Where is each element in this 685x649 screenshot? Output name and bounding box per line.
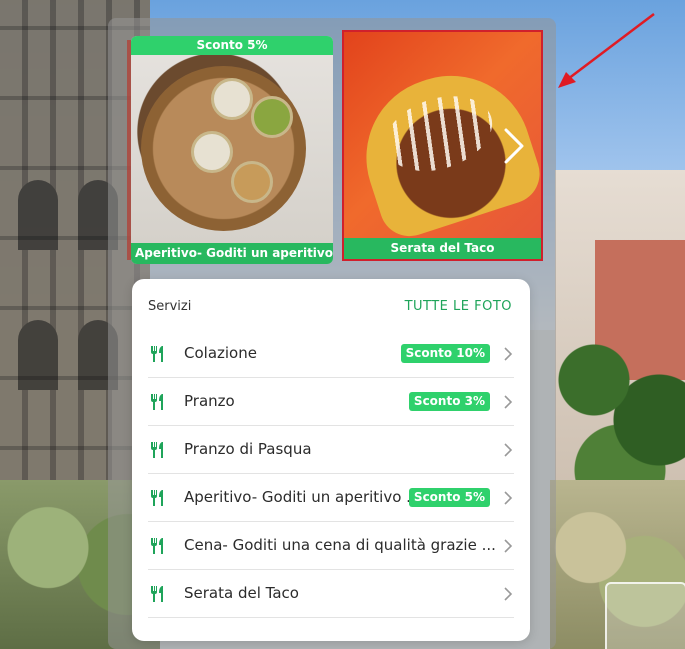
chevron-right-icon: [504, 347, 513, 361]
all-photos-link[interactable]: TUTTE LE FOTO: [405, 299, 512, 314]
fork-knife-icon: [151, 394, 163, 410]
fork-knife-icon: [151, 490, 163, 506]
service-row-cena[interactable]: Cena- Goditi una cena di qualità grazie …: [148, 522, 514, 570]
service-name: Colazione: [184, 344, 257, 362]
glass-object: [605, 582, 685, 649]
service-row-colazione[interactable]: Colazione Sconto 10%: [148, 330, 514, 378]
chevron-right-icon: [504, 539, 513, 553]
slide-caption: Aperitivo- Goditi un aperitivo di q: [131, 243, 333, 264]
chevron-right-icon: [504, 491, 513, 505]
fork-knife-icon: [151, 442, 163, 458]
discount-badge: Sconto 3%: [408, 392, 490, 411]
fork-knife-icon: [151, 346, 163, 362]
service-row-aperitivo[interactable]: Aperitivo- Goditi un aperitivo ... Scont…: [148, 474, 514, 522]
discount-badge: Sconto 10%: [400, 344, 490, 363]
chevron-right-icon: [504, 443, 513, 457]
fork-knife-icon: [151, 538, 163, 554]
discount-badge: Sconto 5%: [408, 488, 490, 507]
service-row-pranzo[interactable]: Pranzo Sconto 3%: [148, 378, 514, 426]
chevron-right-icon: [504, 587, 513, 601]
service-row-serata-del-taco[interactable]: Serata del Taco: [148, 570, 514, 618]
slide-aperitivo[interactable]: Sconto 5% Aperitivo- Goditi un aperitivo…: [131, 36, 333, 264]
service-name: Cena- Goditi una cena di qualità grazie …: [184, 536, 496, 554]
discount-badge: Sconto 5%: [131, 36, 333, 55]
trees: [555, 300, 685, 500]
chevron-right-icon: [504, 395, 513, 409]
service-name: Serata del Taco: [184, 584, 299, 602]
fork-knife-icon: [151, 586, 163, 602]
services-header: Servizi TUTTE LE FOTO: [148, 299, 512, 319]
slide-serata-del-taco[interactable]: Serata del Taco: [342, 30, 543, 261]
service-name: Pranzo di Pasqua: [184, 440, 312, 458]
annotation-arrow-icon: [558, 13, 655, 88]
service-name: Aperitivo- Goditi un aperitivo ...: [184, 488, 421, 506]
slide-caption: Serata del Taco: [344, 238, 541, 259]
service-name: Pranzo: [184, 392, 235, 410]
services-title: Servizi: [148, 299, 192, 314]
chevron-right-icon[interactable]: [503, 127, 525, 165]
services-list: Servizi TUTTE LE FOTO Colazione Sconto 1…: [132, 279, 530, 641]
service-row-pranzo-di-pasqua[interactable]: Pranzo di Pasqua: [148, 426, 514, 474]
